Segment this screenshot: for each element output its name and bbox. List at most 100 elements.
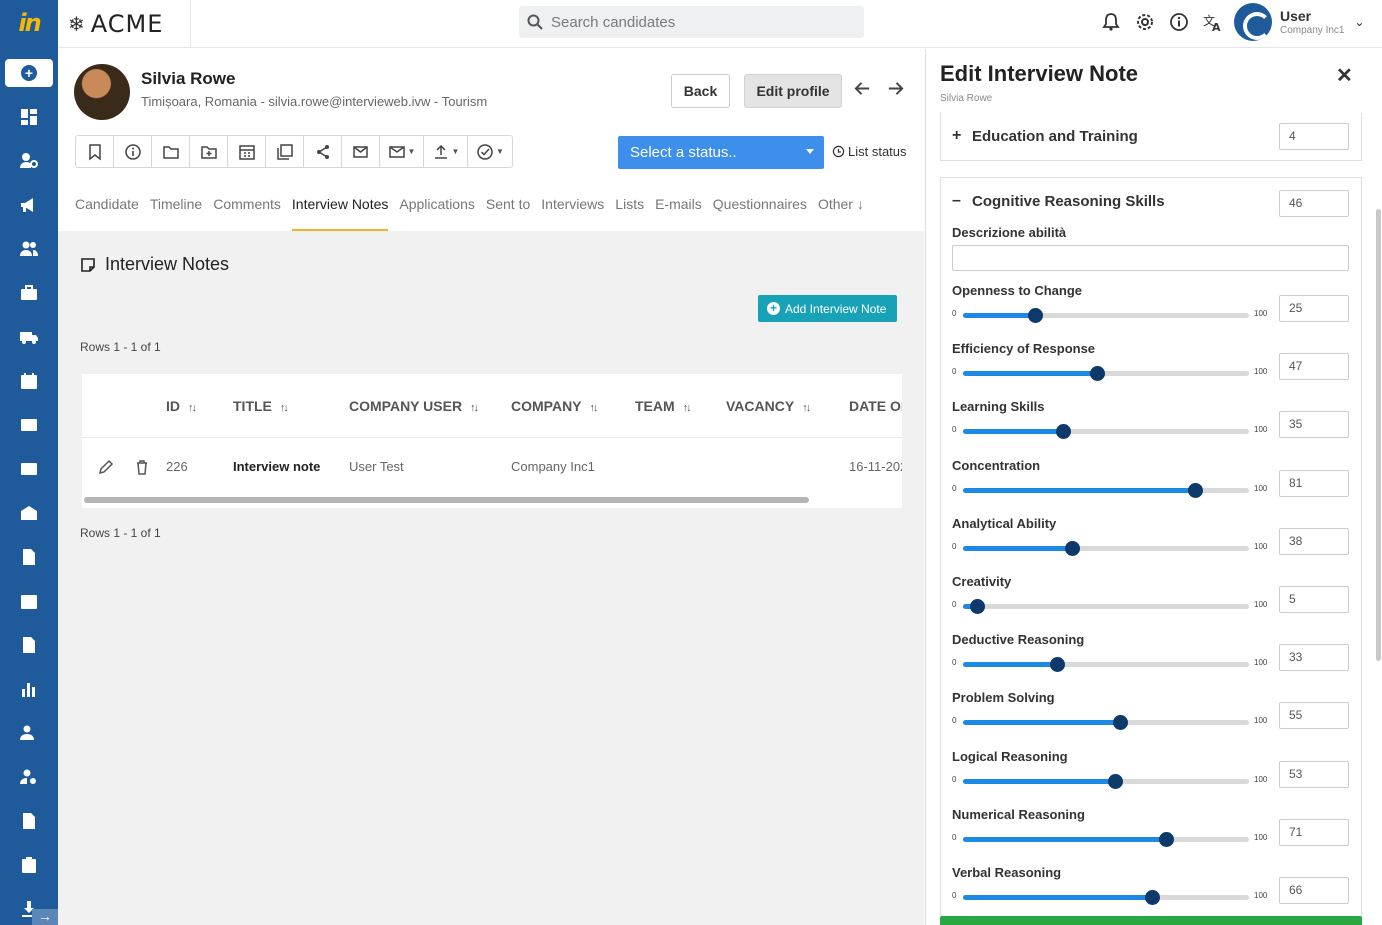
mail-forward-icon[interactable] [342,136,380,167]
upload-dropdown-icon[interactable]: ▼ [424,136,468,167]
skill-value-input[interactable]: 55 [1279,702,1349,730]
tab-timeline[interactable]: Timeline [150,193,202,231]
app-logo[interactable]: in [0,0,58,46]
back-button[interactable]: Back [671,74,730,108]
pencil-icon[interactable] [97,458,115,476]
cognitive-score[interactable]: 46 [1279,190,1349,217]
skill-slider[interactable]: 0 100 [952,366,1270,382]
tab-interview-notes[interactable]: Interview Notes [291,193,389,231]
team-icon[interactable] [0,711,58,755]
tab-interviews[interactable]: Interviews [541,193,604,231]
translate-icon[interactable]: 文A [1203,12,1223,32]
slider-track[interactable] [963,715,1249,731]
slider-track[interactable] [963,424,1249,440]
slider-track[interactable] [963,599,1249,614]
slider-track[interactable] [963,773,1249,789]
user-settings-icon[interactable] [0,755,58,799]
skill-slider[interactable]: 0 100 [952,540,1270,556]
skill-value-input[interactable]: 71 [1279,818,1349,846]
slider-track[interactable] [963,308,1249,323]
trash-icon[interactable] [133,458,151,476]
cell-title[interactable]: Interview note [233,459,320,474]
skill-slider[interactable]: 0 100 [952,599,1270,614]
open-mail-icon[interactable] [0,491,58,535]
bar-chart-icon[interactable] [0,667,58,711]
mail-dropdown-icon[interactable]: ▼ [380,136,424,167]
mail-icon[interactable] [0,447,58,491]
column-id[interactable]: ID ↑↓ [166,398,197,414]
skill-value-input[interactable]: 53 [1279,760,1349,788]
skill-value-input[interactable]: 81 [1279,469,1349,497]
document-icon[interactable] [0,535,58,579]
create-button[interactable]: + [5,59,53,87]
skill-value-input[interactable]: 25 [1279,295,1349,322]
skill-slider[interactable]: 0 100 [952,831,1270,847]
bell-icon[interactable] [1101,12,1121,32]
skill-slider[interactable]: 0 100 [952,890,1270,905]
calendar-grid-icon[interactable] [228,136,266,167]
status-select[interactable]: Select a status.. [618,136,824,169]
brand-logo[interactable]: ❄ ACME [58,0,191,48]
arrow-left-icon[interactable] [853,79,872,98]
collapse-sidebar-button[interactable]: → [32,909,58,925]
users-icon[interactable] [0,227,58,271]
panel-scrollbar[interactable] [1376,209,1381,661]
user-menu[interactable]: User Company Inc1 ⌄ [1234,3,1365,41]
skill-value-input[interactable]: 33 [1279,644,1349,672]
table-scrollbar[interactable] [82,497,902,504]
info-circle-icon[interactable] [114,136,152,167]
scrollbar-thumb[interactable] [84,497,809,503]
slider-track[interactable] [963,657,1249,673]
checklist-icon[interactable] [0,623,58,667]
table-row[interactable]: 226 Interview note User Test Company Inc… [82,438,902,496]
clipboard-icon[interactable] [0,843,58,887]
close-icon[interactable]: ✕ [1336,63,1353,88]
tab-lists[interactable]: Lists [615,193,644,231]
skill-value-input[interactable]: 5 [1279,586,1349,613]
slider-track[interactable] [963,482,1249,498]
share-icon[interactable] [304,136,342,167]
column-company[interactable]: COMPANY ↑↓ [511,398,599,414]
skill-value-input[interactable]: 66 [1279,877,1349,904]
tab-comments[interactable]: Comments [213,193,281,231]
slider-handle[interactable] [1056,424,1072,440]
folder-add-icon[interactable] [190,136,228,167]
slider-track[interactable] [963,366,1249,382]
bookmark-icon[interactable] [76,136,114,167]
folder-icon[interactable] [152,136,190,167]
slider-handle[interactable] [1050,657,1066,673]
search-input[interactable] [551,13,851,31]
slider-track[interactable] [963,890,1249,905]
skill-slider[interactable]: 0 100 [952,773,1270,789]
slider-handle[interactable] [1090,366,1106,382]
tab-sent-to[interactable]: Sent to [486,193,530,231]
skill-slider[interactable]: 0 100 [952,308,1270,323]
list-status-link[interactable]: List status [832,144,907,159]
candidate-search-icon[interactable] [0,139,58,183]
dashboard-icon[interactable] [0,95,58,139]
event-calendar-icon[interactable] [0,579,58,623]
question-copy-icon[interactable] [266,136,304,167]
slider-handle[interactable] [1113,715,1129,731]
tab-other[interactable]: Other ↓ [818,193,864,231]
column-team[interactable]: TEAM ↑↓ [635,398,692,414]
truck-icon[interactable] [0,315,58,359]
slider-handle[interactable] [1064,540,1080,556]
education-score[interactable]: 4 [1279,123,1349,150]
gear-icon[interactable] [1135,12,1155,32]
calendar-icon[interactable] [0,359,58,403]
edit-profile-button[interactable]: Edit profile [744,74,842,108]
skill-value-input[interactable]: 38 [1279,527,1349,555]
skill-slider[interactable]: 0 100 [952,424,1270,440]
slider-handle[interactable] [1027,308,1043,323]
slider-handle[interactable] [1187,482,1203,498]
skill-slider[interactable]: 0 100 [952,482,1270,498]
slider-handle[interactable] [970,599,986,614]
column-vacancy[interactable]: VACANCY ↑↓ [726,398,811,414]
column-company-user[interactable]: COMPANY USER ↑↓ [349,398,479,414]
megaphone-icon[interactable] [0,183,58,227]
slider-track[interactable] [963,540,1249,556]
skill-value-input[interactable]: 47 [1279,353,1349,381]
tab-candidate[interactable]: Candidate [75,193,139,231]
skill-slider[interactable]: 0 100 [952,657,1270,673]
